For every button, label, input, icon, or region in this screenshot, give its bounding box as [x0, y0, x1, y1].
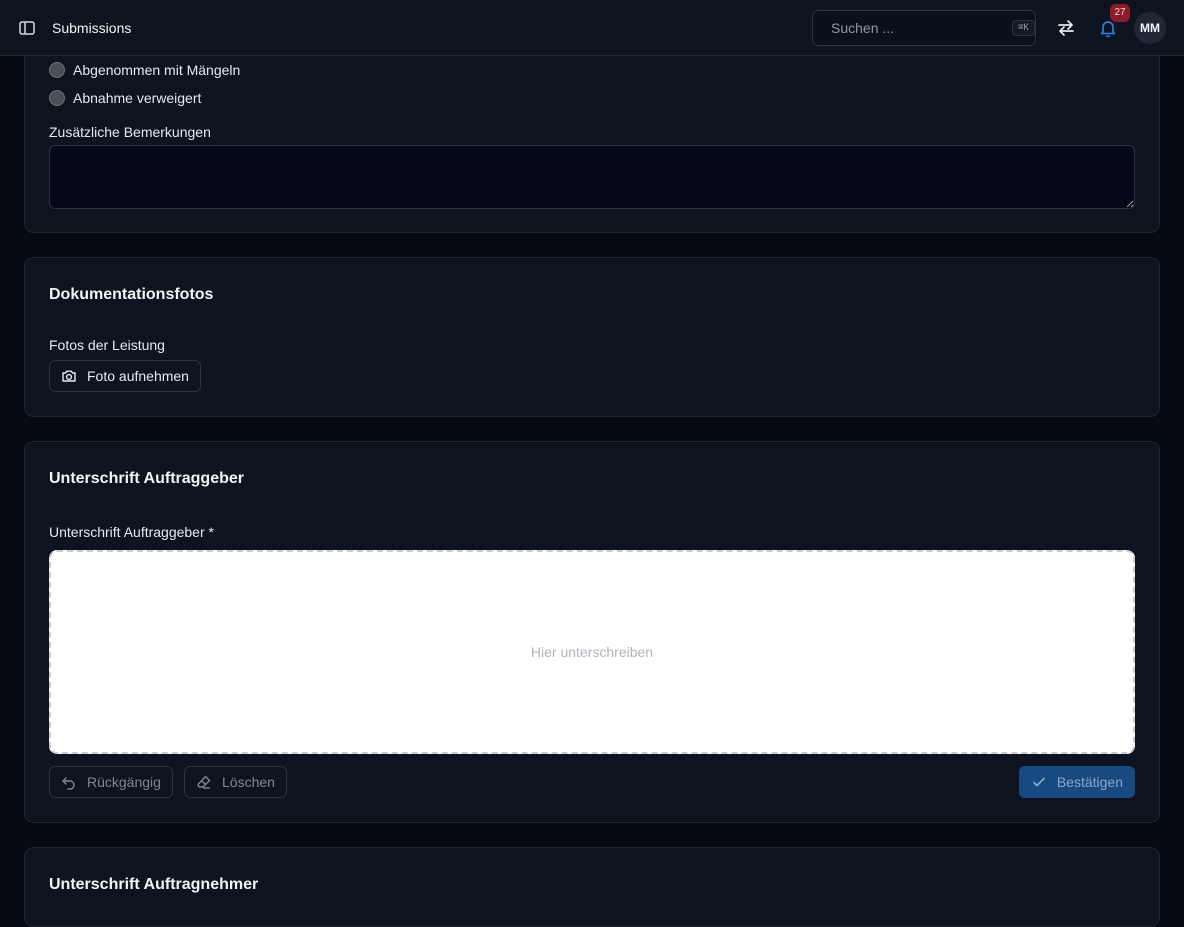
photos-card: Dokumentationsfotos Fotos der Leistung F…	[24, 257, 1160, 417]
remarks-field[interactable]	[49, 145, 1135, 209]
client-signature-field-label: Unterschrift Auftraggeber *	[49, 524, 214, 540]
check-icon	[1032, 777, 1045, 787]
camera-icon	[62, 370, 76, 382]
photos-card-title: Dokumentationsfotos	[49, 286, 214, 303]
clear-button[interactable]: Löschen	[184, 766, 287, 798]
undo-icon	[62, 777, 75, 790]
search-input[interactable]	[831, 19, 1012, 36]
take-photo-label: Foto aufnehmen	[87, 368, 189, 384]
search-box[interactable]: ⌘K	[812, 9, 1036, 46]
sidebar-toggle-icon[interactable]	[16, 17, 38, 39]
search-shortcut-hint: ⌘K	[1012, 19, 1035, 36]
eraser-icon	[197, 775, 211, 789]
switch-icon[interactable]	[1050, 12, 1082, 44]
undo-label: Rückgängig	[87, 774, 161, 790]
client-signature-title: Unterschrift Auftraggeber	[49, 470, 244, 487]
signature-pad[interactable]: Hier unterschreiben	[49, 550, 1135, 754]
top-bar: Submissions ⌘K 27 MM	[0, 0, 1184, 56]
signature-pad-hint: Hier unterschreiben	[530, 644, 654, 660]
confirm-label: Bestätigen	[1056, 774, 1123, 790]
radio-label: Abgenommen mit Mängeln	[73, 62, 241, 78]
notifications-button[interactable]: 27	[1092, 3, 1130, 44]
client-signature-card: Unterschrift Auftraggeber Unterschrift A…	[24, 441, 1160, 823]
take-photo-button[interactable]: Foto aufnehmen	[49, 360, 201, 392]
notification-badge: 27	[1110, 3, 1130, 22]
radio-label: Abnahme verweigert	[73, 90, 202, 106]
page-title: Submissions	[52, 19, 132, 36]
radio-option-accepted-with-defects[interactable]: Abgenommen mit Mängeln	[49, 62, 240, 78]
radio-button[interactable]	[49, 90, 65, 106]
photos-field-label: Fotos der Leistung	[49, 337, 165, 353]
contractor-signature-card: Unterschrift Auftragnehmer	[24, 847, 1160, 927]
remarks-label: Zusätzliche Bemerkungen	[49, 124, 211, 140]
radio-button[interactable]	[49, 62, 65, 78]
undo-button[interactable]: Rückgängig	[49, 766, 173, 798]
radio-option-acceptance-refused[interactable]: Abnahme verweigert	[49, 90, 201, 106]
confirm-button[interactable]: Bestätigen	[1018, 766, 1135, 798]
avatar[interactable]: MM	[1134, 11, 1166, 44]
clear-label: Löschen	[222, 774, 275, 790]
contractor-signature-title: Unterschrift Auftragnehmer	[49, 876, 259, 893]
